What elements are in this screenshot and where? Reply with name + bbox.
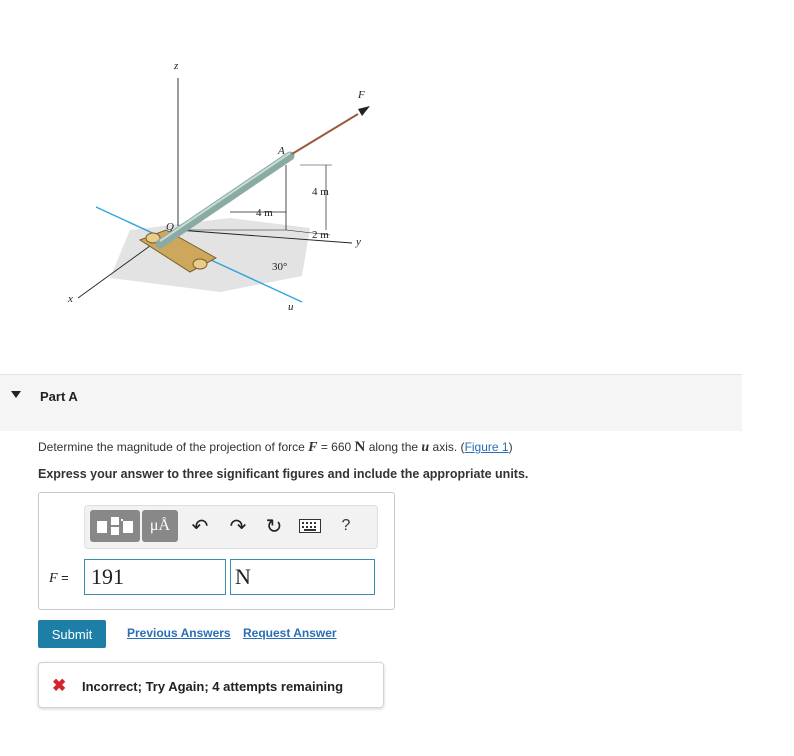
- undo-icon[interactable]: ↶: [188, 513, 212, 539]
- point-a-label: A: [277, 145, 285, 157]
- templates-button[interactable]: [90, 510, 140, 542]
- force-arrowhead: [358, 106, 370, 116]
- reset-icon[interactable]: ↻: [262, 513, 286, 539]
- instruction-text: Express your answer to three significant…: [38, 467, 529, 481]
- collapse-triangle-icon[interactable]: [11, 391, 21, 398]
- question-equals: = 660: [317, 440, 355, 454]
- part-a-header[interactable]: [0, 374, 742, 431]
- question-text: Determine the magnitude of the projectio…: [38, 439, 513, 456]
- answer-label-symbol: F: [49, 571, 58, 586]
- question-axis-suffix: axis. (: [429, 440, 465, 454]
- force-cable: [291, 113, 359, 155]
- u-axis-label: u: [288, 301, 294, 313]
- point-o-label: O: [166, 221, 174, 233]
- question-prefix: Determine the magnitude of the projectio…: [38, 440, 309, 454]
- help-button[interactable]: ?: [336, 515, 356, 537]
- keyboard-icon[interactable]: [298, 517, 322, 535]
- dimension-2m-label: 2 m: [312, 229, 329, 241]
- redo-icon[interactable]: ↷: [226, 513, 250, 539]
- question-close: ): [508, 440, 513, 454]
- templates-icon: [97, 517, 133, 535]
- answer-label: F =: [49, 570, 69, 587]
- angle-label: 30°: [272, 261, 287, 273]
- z-axis-label: z: [173, 60, 179, 72]
- figure-link[interactable]: Figure 1: [465, 440, 509, 454]
- previous-answers-link[interactable]: Previous Answers: [127, 626, 231, 640]
- keyboard-icon-glyph: [299, 519, 321, 533]
- force-symbol: F: [308, 440, 318, 455]
- force-f-label: F: [357, 89, 365, 101]
- unit-input[interactable]: N: [230, 559, 375, 595]
- y-axis-label: y: [355, 236, 361, 248]
- dimension-4m-horizontal-label: 4 m: [256, 207, 273, 219]
- error-x-icon: ✖: [52, 676, 67, 695]
- part-title: Part A: [40, 389, 78, 404]
- answer-label-suffix: =: [57, 570, 69, 585]
- submit-button[interactable]: Submit: [38, 620, 106, 648]
- units-button[interactable]: μÅ: [142, 510, 178, 542]
- bracket-ring-right: [192, 258, 208, 270]
- value-input[interactable]: 191: [84, 559, 226, 595]
- dimension-4m-vertical-label: 4 m: [312, 186, 329, 198]
- force-unit: N: [354, 439, 366, 455]
- feedback-text: Incorrect; Try Again; 4 attempts remaini…: [82, 679, 344, 694]
- x-axis-label: x: [67, 293, 73, 305]
- question-along: along the: [365, 440, 422, 454]
- figure-1-diagram: z x y u O A F 4 m 4 m 2 m 30°: [67, 60, 370, 313]
- request-answer-link[interactable]: Request Answer: [243, 626, 337, 640]
